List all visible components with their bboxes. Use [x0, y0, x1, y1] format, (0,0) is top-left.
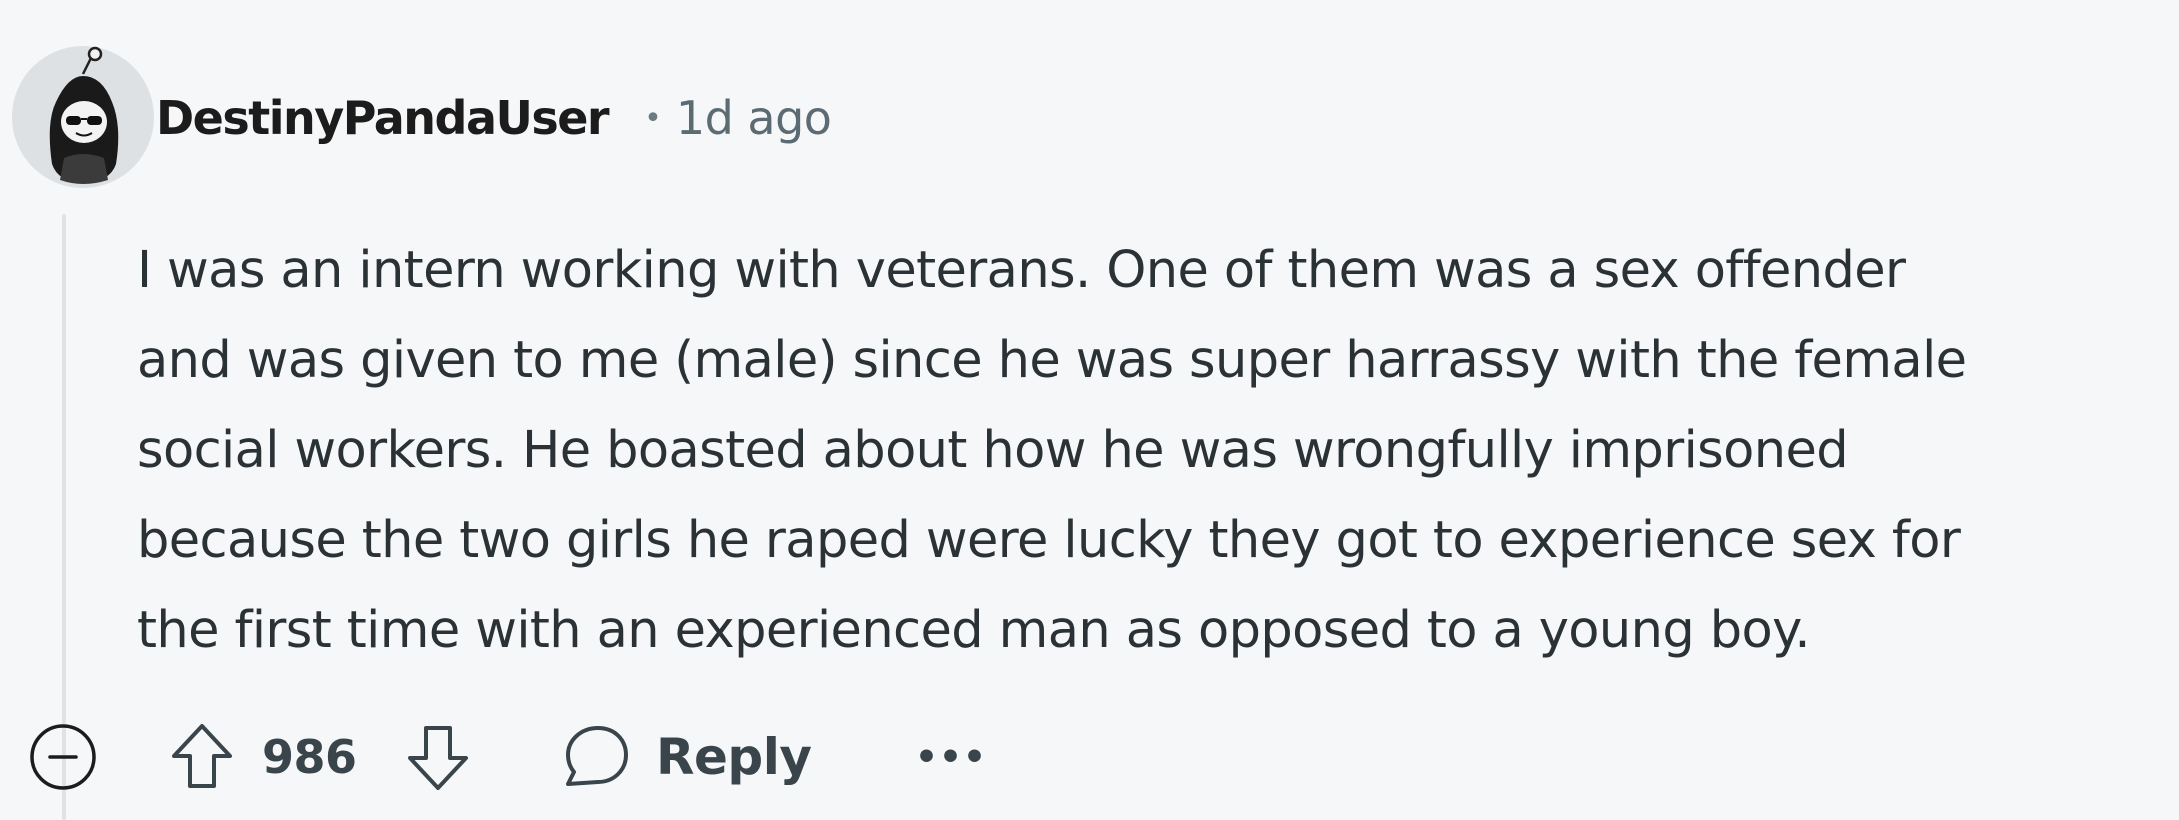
- comment-body-line: social workers. He boasted about how he …: [137, 421, 1849, 480]
- downvote-button[interactable]: [388, 712, 488, 802]
- comment-body-line: and was given to me (male) since he was …: [137, 331, 1967, 390]
- reply-label: Reply: [656, 728, 812, 786]
- overflow-menu-icon: •••: [914, 736, 988, 778]
- comment-timestamp[interactable]: 1d ago: [676, 91, 832, 145]
- avatar[interactable]: [12, 46, 154, 188]
- reply-button[interactable]: Reply: [560, 712, 812, 802]
- downvote-arrow-icon: [408, 726, 468, 790]
- upvote-arrow-icon: [172, 724, 232, 788]
- comment: DestinyPandaUser • 1d ago I was an inter…: [0, 0, 2179, 820]
- more-options-button[interactable]: •••: [908, 712, 994, 802]
- comment-body-line: the first time with an experienced man a…: [137, 601, 1811, 660]
- meta-separator: •: [644, 100, 662, 136]
- comment-body-line: because the two girls he raped were luck…: [137, 511, 1961, 570]
- snoo-avatar-icon: [12, 46, 154, 188]
- comment-meta: DestinyPandaUser • 1d ago: [156, 86, 832, 150]
- upvote-button[interactable]: [152, 712, 252, 802]
- comment-action-bar: 986 Reply •••: [24, 712, 2124, 802]
- collapse-thread-button[interactable]: [24, 712, 102, 802]
- username-link[interactable]: DestinyPandaUser: [156, 91, 610, 145]
- collapse-minus-icon: [30, 724, 96, 790]
- vote-score: 986: [262, 730, 357, 784]
- comment-body: I was an intern working with veterans. O…: [137, 226, 2147, 676]
- comment-body-line: I was an intern working with veterans. O…: [137, 241, 1906, 300]
- speech-bubble-icon: [566, 726, 628, 786]
